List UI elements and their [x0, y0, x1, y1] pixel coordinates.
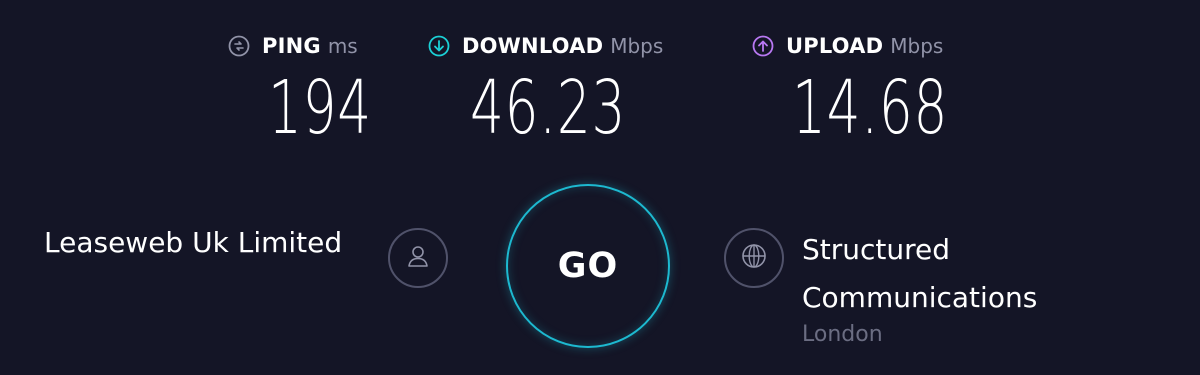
speedtest-panel: PING ms 194 DOWNLOAD Mbps 46.23 UPLOAD M… [0, 0, 1200, 375]
download-header: DOWNLOAD Mbps [428, 30, 663, 62]
upload-metric: UPLOAD Mbps 14.68 [752, 30, 947, 148]
download-metric: DOWNLOAD Mbps 46.23 [428, 30, 663, 148]
download-value: 46.23 [470, 65, 627, 151]
download-unit: Mbps [610, 34, 664, 58]
upload-unit: Mbps [890, 34, 944, 58]
upload-label: UPLOAD [786, 34, 884, 58]
download-label: DOWNLOAD [462, 34, 604, 58]
go-button[interactable]: GO [506, 184, 670, 348]
go-button-label: GO [557, 246, 619, 286]
ping-label: PING [262, 34, 321, 58]
upload-value: 14.68 [792, 65, 949, 151]
ping-icon [228, 35, 250, 57]
download-arrow-icon [428, 35, 450, 57]
server-name[interactable]: Structured Communications [802, 226, 1182, 322]
server-location: London [802, 322, 883, 347]
user-icon [404, 242, 432, 274]
upload-arrow-icon [752, 35, 774, 57]
ping-unit: ms [327, 34, 358, 58]
ping-metric: PING ms 194 [228, 30, 371, 148]
ping-value: 194 [268, 65, 372, 151]
globe-icon [739, 241, 769, 275]
provider-name: Leaseweb Uk Limited [44, 226, 343, 259]
change-provider-button[interactable] [388, 228, 448, 288]
change-server-button[interactable] [724, 228, 784, 288]
ping-header: PING ms [228, 30, 358, 62]
upload-header: UPLOAD Mbps [752, 30, 943, 62]
